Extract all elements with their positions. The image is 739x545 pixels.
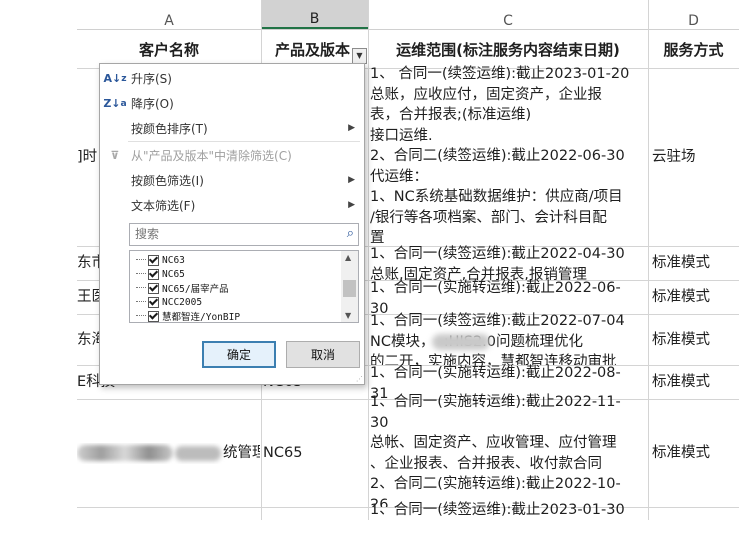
filter-item-nc65[interactable]: NC65 [136,267,185,281]
gridline [648,0,649,520]
filter-item-yonbip[interactable]: 慧都智连/YonBIP [136,309,240,322]
checkbox[interactable] [148,296,159,308]
filter-dropdown-button[interactable]: ▼ [352,48,367,64]
checkbox[interactable] [148,268,159,280]
menu-separator [128,141,360,142]
menu-clear-filter[interactable]: ⊽ 从"产品及版本"中清除筛选(C) [100,144,364,166]
search-input[interactable] [130,224,335,244]
cell-scope-row6[interactable]: 1、合同一(实施转运维):截止2022-11- 30 总帐、固定资产、应收管理、… [370,392,647,507]
column-header-b[interactable]: B [261,0,368,29]
column-header-c[interactable]: C [368,0,648,29]
cell-service-row3[interactable]: 标准模式 [652,287,738,308]
filter-item-nc65-product[interactable]: NC65/届宰产品 [136,281,229,295]
cell-service-row6[interactable]: 标准模式 [652,443,738,464]
cancel-button[interactable]: 取消 [286,341,360,368]
column-header-d[interactable]: D [648,0,739,29]
cell-scope-row3[interactable]: 1、合同一(实施转运维):截止2022-06- 30 [370,278,647,314]
submenu-arrow-icon: ▶ [348,200,355,210]
dropdown-arrow-icon: ▼ [356,51,363,60]
cell-scope-row1[interactable]: 1、 合同一(续签运维):截止2023-01-20 总账，应收应付，固定资产，企… [370,64,647,246]
menu-filter-by-color[interactable]: 按颜色筛选(I) ▶ [100,169,364,191]
cell-service-row2[interactable]: 标准模式 [652,253,738,274]
ok-button[interactable]: 确定 [202,341,276,368]
cell-service-row1[interactable]: 云驻场 [652,147,738,168]
cell-scope-row4[interactable]: 1、合同一(续签运维):截止2022-07-04 NC模块， :HIS2.0问题… [370,311,647,365]
column-header-a[interactable]: A [77,0,261,29]
cell-service-row5[interactable]: 标准模式 [652,372,738,393]
filter-item-ncc2005[interactable]: NCC2005 [136,295,202,309]
menu-sort-by-color[interactable]: 按颜色排序(T) ▶ [100,117,364,139]
menu-sort-descending[interactable]: Z↓ a 降序(O) [100,92,364,114]
cell-product-row6[interactable]: NC65 [263,443,367,464]
menu-sort-ascending[interactable]: A↓ z 升序(S) [100,67,364,89]
submenu-arrow-icon: ▶ [348,123,355,133]
scroll-up-icon[interactable]: ▲ [345,253,351,262]
filter-search-box[interactable]: ⌕ [129,223,359,246]
checkbox[interactable] [148,310,159,322]
cell-service-row4[interactable]: 标准模式 [652,330,738,351]
header-maintenance-scope[interactable]: 运维范围(标注服务内容结束日期) [368,30,648,68]
redacted-text [77,445,173,461]
sort-ascending-icon: A↓ z [103,71,127,85]
sort-descending-icon: Z↓ a [103,96,127,110]
search-icon[interactable]: ⌕ [347,226,354,241]
gridline [368,0,369,520]
menu-text-filter[interactable]: 文本筛选(F) ▶ [100,194,364,216]
redacted-text [432,334,490,350]
header-service-mode[interactable]: 服务方式 [648,30,739,68]
resize-grip-icon[interactable]: ⋰ [356,375,363,383]
scrollbar-thumb[interactable] [343,280,356,297]
autofilter-menu: A↓ z 升序(S) Z↓ a 降序(O) 按颜色排序(T) ▶ ⊽ 从"产品及版本… [99,63,365,385]
clear-filter-icon: ⊽ [110,148,120,162]
redacted-text [175,445,221,461]
submenu-arrow-icon: ▶ [348,175,355,185]
cell-customer-row6[interactable]: 统管理有限 [77,443,260,464]
checkbox[interactable] [148,282,159,294]
filter-item-nc63[interactable]: NC63 [136,253,185,267]
cell-scope-row2[interactable]: 1、合同一(续签运维):截止2022-04-30 总账,固定资产,合并报表,报销… [370,244,647,280]
checkbox[interactable] [148,254,159,266]
cell-scope-row7[interactable]: 1、合同一(续签运维):截止2023-01-30 [370,500,647,520]
list-scrollbar[interactable]: ▲ ▼ [341,251,358,322]
scroll-down-icon[interactable]: ▼ [345,311,351,320]
filter-value-list[interactable]: NC63 NC65 NC65/届宰产品 NCC2005 慧都智连/YonBIP … [129,250,359,323]
